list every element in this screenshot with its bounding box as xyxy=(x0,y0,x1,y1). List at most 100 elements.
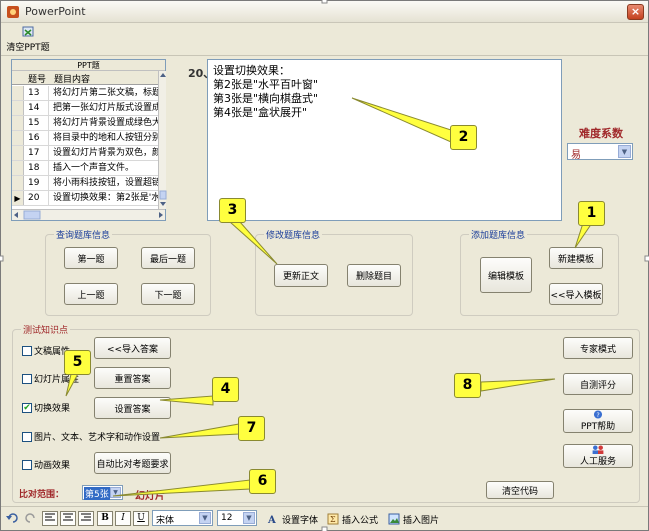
clear-code-button[interactable]: 清空代码 xyxy=(486,481,554,499)
query-group-label: 查询题库信息 xyxy=(54,228,113,241)
add-group-label: 添加题库信息 xyxy=(469,228,528,241)
callout-7: 7 xyxy=(238,416,265,441)
close-button[interactable]: × xyxy=(627,4,644,20)
undo-icon[interactable] xyxy=(6,512,20,524)
import-answer-button[interactable]: <<导入答案 xyxy=(94,337,171,359)
auto-compare-button[interactable]: 自动比对考题要求 xyxy=(94,452,171,474)
difficulty-value: 易 xyxy=(571,150,581,161)
align-left-button[interactable] xyxy=(42,511,58,526)
table-row[interactable]: 16 将目录中的地和人按钮分别 xyxy=(12,131,158,146)
set-answer-button[interactable]: 设置答案 xyxy=(94,397,171,419)
compare-range-select[interactable]: 第5张 ▼ xyxy=(82,485,123,500)
expert-mode-button[interactable]: 专家模式 xyxy=(563,337,633,359)
font-size-value: 12 xyxy=(221,513,233,523)
italic-button[interactable]: I xyxy=(115,511,131,526)
ppt-help-button[interactable]: ? PPT帮助 xyxy=(563,409,633,433)
next-question-button[interactable]: 下一题 xyxy=(141,283,195,305)
chevron-down-icon: ▼ xyxy=(110,487,121,498)
grid-title: PPT题 xyxy=(12,60,165,71)
col-num-header: 题号 xyxy=(28,75,47,85)
hscroll-arrows-icon xyxy=(14,210,163,220)
edit-template-button[interactable]: 编辑模板 xyxy=(480,257,532,293)
grid-column-header: 题号 题目内容 xyxy=(12,71,165,85)
checkbox-box[interactable] xyxy=(22,459,32,470)
col-content-header: 题目内容 xyxy=(54,75,91,85)
grid-vertical-scrollbar[interactable] xyxy=(158,71,167,209)
compare-range-label: 比对范围： xyxy=(19,490,65,500)
callout-1: 1 xyxy=(578,201,605,226)
align-center-button[interactable] xyxy=(60,511,76,526)
align-center-icon xyxy=(63,513,73,521)
callout-6: 6 xyxy=(249,469,276,494)
difficulty-label: 难度系数 xyxy=(579,127,623,140)
checkbox-box[interactable] xyxy=(22,431,32,442)
current-row-marker: ▶ xyxy=(12,191,24,205)
callout-4: 4 xyxy=(212,377,239,402)
self-score-button[interactable]: 自测评分 xyxy=(563,373,633,395)
set-font-button[interactable]: A 设置字体 xyxy=(267,511,318,527)
clear-ppt-label: 清空PPT题 xyxy=(6,43,50,53)
callout-8: 8 xyxy=(454,373,481,398)
checkmark-icon[interactable]: ✔ xyxy=(22,402,32,413)
question-grid[interactable]: PPT题 题号 题目内容 13 将幻灯片第二张文稿，标题 14 把第一张幻灯片版式设… xyxy=(11,59,167,221)
image-icon xyxy=(388,513,400,525)
vscroll-arrows-icon xyxy=(159,73,167,206)
svg-text:A: A xyxy=(267,515,276,525)
chevron-down-icon: ▼ xyxy=(618,145,631,158)
table-row[interactable]: 18 插入一个声音文件。 xyxy=(12,161,158,176)
update-text-button[interactable]: 更新正文 xyxy=(274,264,328,287)
checkbox-document-properties[interactable]: 文稿属性 xyxy=(22,344,70,357)
question-text-area[interactable]: 设置切换效果： 第2张是"水平百叶窗" 第3张是"横向棋盘式" 第4张是"盒状展… xyxy=(207,59,562,221)
underline-button[interactable]: U xyxy=(133,511,149,526)
main-window: PowerPoint × 清空PPT题 PPT题 题号 题目内容 13 将幻灯片第… xyxy=(0,0,649,531)
checkbox-box[interactable] xyxy=(22,345,32,356)
formula-icon: Σ xyxy=(327,513,339,525)
title-bar: PowerPoint × xyxy=(1,1,648,23)
slide-label: 幻灯片 xyxy=(135,491,165,502)
first-question-button[interactable]: 第一题 xyxy=(64,247,118,269)
app-icon xyxy=(7,6,19,18)
delete-question-button[interactable]: 删除题目 xyxy=(347,264,401,287)
bold-button[interactable]: B xyxy=(97,511,113,526)
svg-text:Σ: Σ xyxy=(330,515,336,524)
window-title: PowerPoint xyxy=(25,5,86,18)
reset-answer-button[interactable]: 重置答案 xyxy=(94,367,171,389)
grid-horizontal-scrollbar[interactable] xyxy=(12,209,165,220)
difficulty-select[interactable]: 易 ▼ xyxy=(567,143,633,161)
toolbar: 清空PPT题 xyxy=(1,24,648,56)
knowledge-group-label: 测试知识点 xyxy=(21,323,71,336)
table-row-selected[interactable]: ▶ 20 设置切换效果：第2张是'水 xyxy=(12,191,158,206)
prev-question-button[interactable]: 上一题 xyxy=(64,283,118,305)
insert-image-button[interactable]: 插入图片 xyxy=(388,511,439,527)
import-template-button[interactable]: <<导入模板 xyxy=(549,283,603,305)
table-row[interactable]: 13 将幻灯片第二张文稿，标题 xyxy=(12,86,158,101)
table-row[interactable]: 17 设置幻灯片背景为双色，颜 xyxy=(12,146,158,161)
clear-icon xyxy=(22,26,34,37)
checkbox-animation-effect[interactable]: 动画效果 xyxy=(22,458,70,471)
align-left-icon xyxy=(45,513,55,521)
new-template-button[interactable]: 新建模板 xyxy=(549,247,603,269)
table-row[interactable]: 15 将幻灯片背景设置成绿色大 xyxy=(12,116,158,131)
svg-text:?: ? xyxy=(596,412,599,419)
font-size-select[interactable]: 12 ▼ xyxy=(217,510,257,526)
last-question-button[interactable]: 最后一题 xyxy=(141,247,195,269)
chevron-down-icon: ▼ xyxy=(243,512,255,524)
font-select[interactable]: 宋体 ▼ xyxy=(152,510,213,526)
insert-formula-button[interactable]: Σ 插入公式 xyxy=(327,511,378,527)
table-row[interactable]: 14 把第一张幻灯片版式设置成 xyxy=(12,101,158,116)
font-value: 宋体 xyxy=(156,516,175,526)
redo-icon[interactable] xyxy=(23,512,37,524)
align-right-button[interactable] xyxy=(78,511,94,526)
compare-range-value: 第5张 xyxy=(84,487,110,500)
clear-ppt-button[interactable]: 清空PPT题 xyxy=(5,26,51,54)
callout-5: 5 xyxy=(64,350,91,375)
font-icon: A xyxy=(267,515,276,525)
callout-2: 2 xyxy=(450,125,477,150)
format-bar: B I U 宋体 ▼ 12 ▼ A 设置字体 Σ 插入公式 插入图片 xyxy=(1,506,648,530)
manual-service-button[interactable]: 人工服务 xyxy=(563,444,633,468)
checkbox-transition-effect[interactable]: ✔ 切换效果 xyxy=(22,401,70,414)
checkbox-box[interactable] xyxy=(22,373,32,384)
checkbox-image-text-wordart[interactable]: 图片、文本、艺术字和动作设置 xyxy=(22,430,160,443)
chevron-down-icon: ▼ xyxy=(199,512,211,524)
table-row[interactable]: 19 将小雨科技按钮，设置超链 xyxy=(12,176,158,191)
